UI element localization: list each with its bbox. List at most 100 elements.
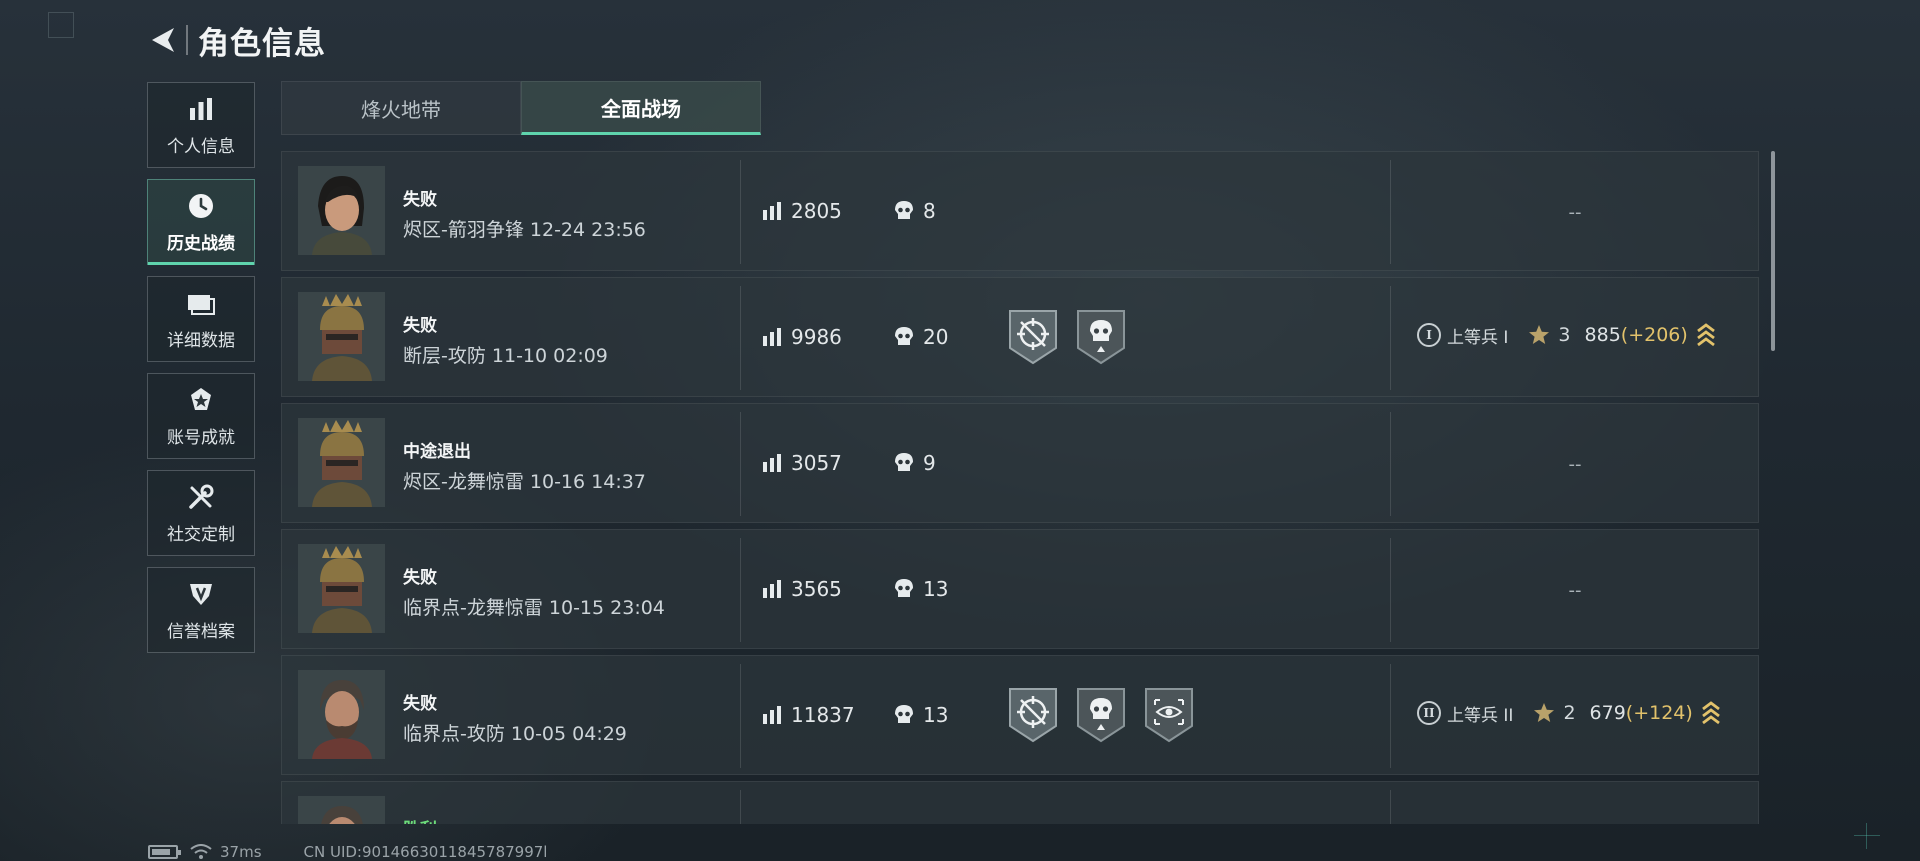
operator-avatar xyxy=(298,544,385,633)
score-bar-icon xyxy=(762,579,782,599)
rank-name: 上等兵 I xyxy=(1447,327,1509,348)
cards-icon xyxy=(186,288,216,318)
rank-empty: -- xyxy=(1568,580,1582,601)
score-bar-icon xyxy=(762,327,782,347)
operator-avatar xyxy=(298,166,385,255)
back-arrow-icon[interactable] xyxy=(148,23,178,57)
crosshair-badge-icon[interactable] xyxy=(1007,308,1059,366)
nav-item-personal-info[interactable]: 个人信息 xyxy=(147,82,255,168)
medal-badges xyxy=(1007,308,1143,366)
star-icon xyxy=(1533,702,1555,724)
rank-name: 上等兵 II xyxy=(1447,705,1514,726)
corner-crosshair-mark xyxy=(1854,823,1880,849)
page-header: 角色信息 xyxy=(148,18,326,62)
star-icon xyxy=(1528,324,1550,346)
rank-empty: -- xyxy=(1568,454,1582,475)
wifi-icon xyxy=(190,844,212,860)
network-latency: 37ms xyxy=(220,843,262,861)
rank-tier-icon: I xyxy=(1417,323,1441,347)
score-bar-icon xyxy=(762,705,782,725)
corner-frame-mark xyxy=(48,12,74,38)
match-map-time: 断层-攻防 11-10 02:09 xyxy=(403,345,608,367)
skull-icon xyxy=(894,578,914,600)
nav-item-reputation[interactable]: 信誉档案 xyxy=(147,567,255,653)
column-divider xyxy=(1390,664,1391,768)
column-divider xyxy=(740,160,741,264)
user-uid: CN UID:9014663011845787997l xyxy=(303,843,548,861)
match-map-time: 烬区-龙舞惊雷 10-16 14:37 xyxy=(403,471,646,493)
match-score: 2805 xyxy=(762,199,842,223)
column-divider xyxy=(740,790,741,824)
nav-label: 信誉档案 xyxy=(167,621,235,642)
rank-tier-icon: II xyxy=(1417,701,1441,725)
match-kills: 13 xyxy=(894,703,948,727)
match-row[interactable]: 失败 烬区-箭羽争锋 12-24 23:56 2805 8 -- xyxy=(281,151,1759,271)
match-kills: 20 xyxy=(894,325,948,349)
match-row[interactable]: 失败 临界点-攻防 10-05 04:29 11837 13 II 上等兵 II xyxy=(281,655,1759,775)
match-map-time: 临界点-攻防 10-05 04:29 xyxy=(403,723,627,745)
nav-item-achievements[interactable]: 账号成就 xyxy=(147,373,255,459)
skull-badge-icon[interactable] xyxy=(1075,686,1127,744)
status-bar: 37ms CN UID:9014663011845787997l xyxy=(148,843,547,861)
match-map-time: 临界点-龙舞惊雷 10-15 23:04 xyxy=(403,597,665,619)
rank-info: I 上等兵 I 3 885 (+206) xyxy=(1417,322,1716,348)
match-row[interactable]: 失败 临界点-龙舞惊雷 10-15 23:04 3565 13 -- xyxy=(281,529,1759,649)
match-row[interactable]: 中途退出 烬区-龙舞惊雷 10-16 14:37 3057 9 -- xyxy=(281,403,1759,523)
operator-avatar xyxy=(298,418,385,507)
kills-value: 8 xyxy=(923,199,936,223)
score-value: 11837 xyxy=(791,703,855,727)
match-result: 中途退出 xyxy=(403,442,471,462)
kills-value: 13 xyxy=(923,703,949,727)
mode-tabs: 烽火地带 全面战场 xyxy=(281,81,761,135)
column-divider xyxy=(740,538,741,642)
side-nav: 个人信息 历史战绩 详细数据 账号成就 社交定制 信誉档案 xyxy=(147,82,257,664)
skull-icon xyxy=(894,704,914,726)
match-row[interactable]: 失败 断层-攻防 11-10 02:09 9986 20 I 上等兵 I 3 8… xyxy=(281,277,1759,397)
match-result: 失败 xyxy=(403,316,437,336)
match-score: 3057 xyxy=(762,451,842,475)
bar-chart-icon xyxy=(186,94,216,124)
nav-item-social[interactable]: 社交定制 xyxy=(147,470,255,556)
header-divider xyxy=(186,25,188,55)
match-result: 失败 xyxy=(403,694,437,714)
nav-item-match-history[interactable]: 历史战绩 xyxy=(147,179,255,265)
clock-icon xyxy=(186,191,216,221)
eye-badge-icon[interactable] xyxy=(1143,686,1195,744)
column-divider xyxy=(1390,790,1391,824)
column-divider xyxy=(740,664,741,768)
score-bar-icon xyxy=(762,453,782,473)
operator-avatar xyxy=(298,670,385,759)
nav-label: 详细数据 xyxy=(167,330,235,351)
skull-icon xyxy=(894,200,914,222)
match-score: 9986 xyxy=(762,325,842,349)
score-value: 2805 xyxy=(791,199,842,223)
score-bar-icon xyxy=(762,201,782,221)
score-value: 3057 xyxy=(791,451,842,475)
tab-warzone[interactable]: 烽火地带 xyxy=(281,81,521,135)
kills-value: 20 xyxy=(923,325,949,349)
nav-item-detailed-data[interactable]: 详细数据 xyxy=(147,276,255,362)
page-title: 角色信息 xyxy=(198,25,326,62)
skull-icon xyxy=(894,452,914,474)
nav-label: 账号成就 xyxy=(167,427,235,448)
achievement-icon xyxy=(186,385,216,415)
column-divider xyxy=(1390,286,1391,390)
rank-up-chevrons-icon xyxy=(1696,322,1716,348)
match-history-list: 失败 烬区-箭羽争锋 12-24 23:56 2805 8 -- 失败 断层-攻… xyxy=(281,151,1759,824)
match-row[interactable]: 胜利 xyxy=(281,781,1759,824)
match-kills: 9 xyxy=(894,451,936,475)
battery-icon xyxy=(148,845,181,859)
rank-points: 679 xyxy=(1589,702,1626,724)
rank-empty: -- xyxy=(1568,202,1582,223)
tools-icon xyxy=(186,482,216,512)
shield-icon xyxy=(186,579,216,609)
rank-stars: 3 xyxy=(1558,324,1571,346)
column-divider xyxy=(740,286,741,390)
rank-points-delta: (+124) xyxy=(1625,702,1693,724)
rank-info: II 上等兵 II 2 679 (+124) xyxy=(1417,700,1721,726)
kills-value: 9 xyxy=(923,451,936,475)
skull-badge-icon[interactable] xyxy=(1075,308,1127,366)
list-scrollbar[interactable] xyxy=(1771,151,1775,351)
tab-all-out-war[interactable]: 全面战场 xyxy=(521,81,761,135)
crosshair-badge-icon[interactable] xyxy=(1007,686,1059,744)
